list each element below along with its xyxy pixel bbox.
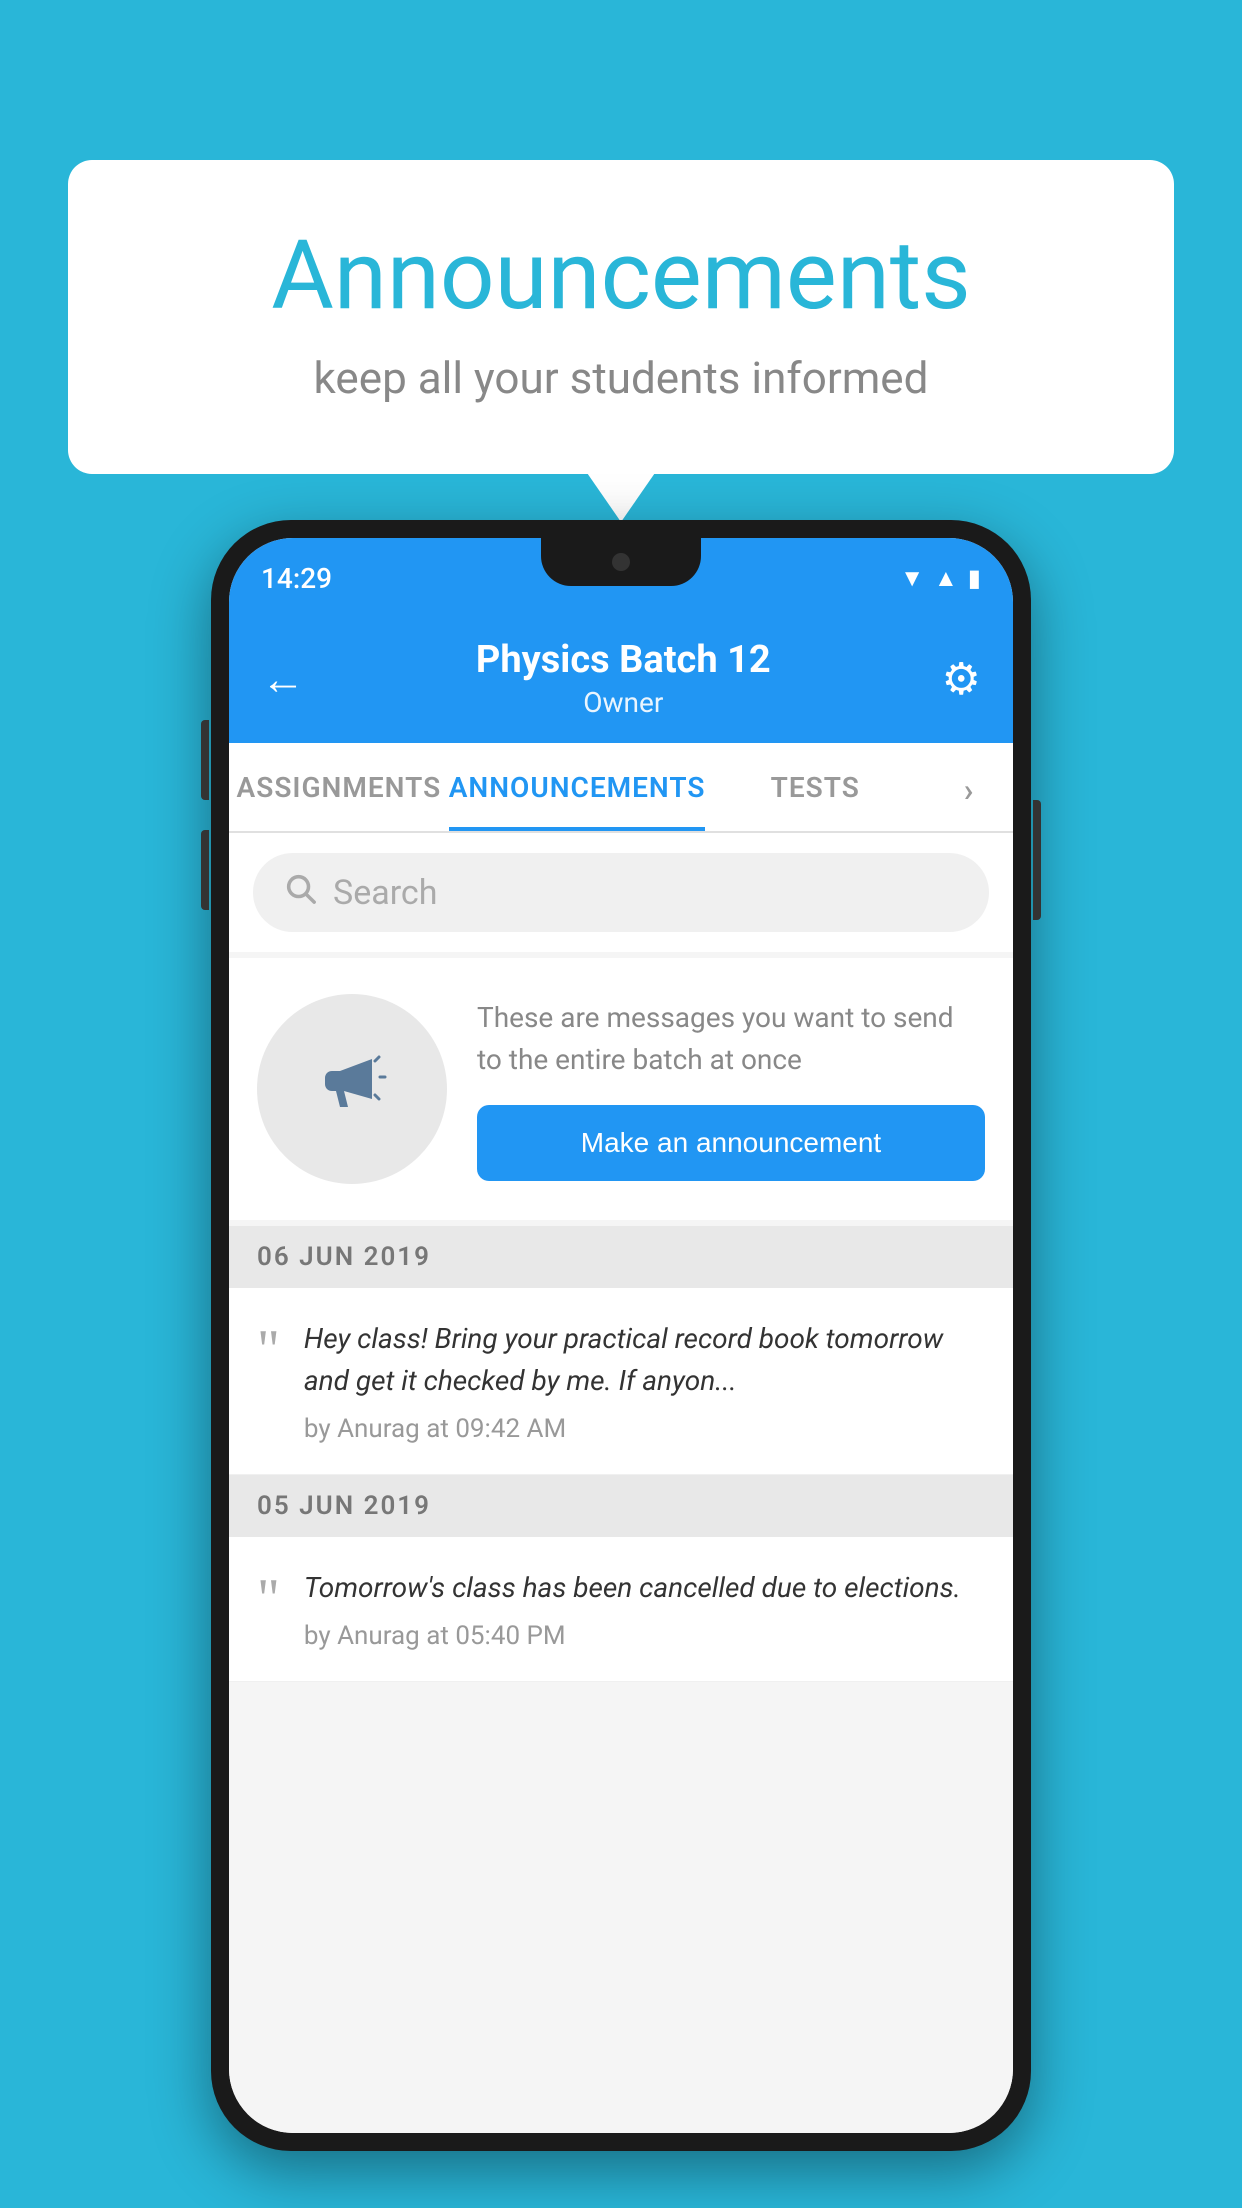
tab-more[interactable]: ›: [925, 743, 1013, 831]
content-area: Search These are messages: [229, 833, 1013, 2133]
search-placeholder: Search: [333, 873, 437, 913]
tab-tests[interactable]: TESTS: [705, 743, 925, 831]
search-bar[interactable]: Search: [253, 853, 989, 932]
battery-icon: ▮: [968, 564, 981, 592]
phone-screen: 14:29 ▼ ▲ ▮ ← Physics Batch 12 Owner ⚙: [229, 538, 1013, 2133]
speech-bubble: Announcements keep all your students inf…: [68, 160, 1174, 474]
tab-announcements[interactable]: ANNOUNCEMENTS: [449, 743, 706, 831]
phone-mockup: 14:29 ▼ ▲ ▮ ← Physics Batch 12 Owner ⚙: [211, 520, 1031, 2151]
date-separator-1: 06 JUN 2019: [229, 1226, 1013, 1288]
power-button: [1033, 800, 1041, 920]
announcement-meta-2: by Anurag at 05:40 PM: [304, 1621, 985, 1651]
prompt-right: These are messages you want to send to t…: [477, 997, 985, 1181]
date-label-1: 06 JUN 2019: [257, 1242, 431, 1272]
wifi-icon: ▼: [900, 564, 924, 593]
prompt-description: These are messages you want to send to t…: [477, 997, 985, 1081]
status-bar: 14:29 ▼ ▲ ▮: [229, 538, 1013, 618]
announcement-text-2: Tomorrow's class has been cancelled due …: [304, 1567, 985, 1609]
date-separator-2: 05 JUN 2019: [229, 1475, 1013, 1537]
megaphone-circle: [257, 994, 447, 1184]
announcement-meta-1: by Anurag at 09:42 AM: [304, 1414, 985, 1444]
status-icons: ▼ ▲ ▮: [900, 564, 981, 593]
volume-down-button: [201, 830, 209, 910]
speech-bubble-section: Announcements keep all your students inf…: [68, 160, 1174, 474]
quote-icon-2: ": [257, 1571, 280, 1627]
tab-assignments[interactable]: ASSIGNMENTS: [229, 743, 449, 831]
tabs-bar: ASSIGNMENTS ANNOUNCEMENTS TESTS ›: [229, 743, 1013, 833]
announcement-item-2[interactable]: " Tomorrow's class has been cancelled du…: [229, 1537, 1013, 1682]
bubble-title: Announcements: [148, 220, 1094, 332]
announcement-content-1: Hey class! Bring your practical record b…: [304, 1318, 985, 1444]
signal-icon: ▲: [934, 564, 958, 593]
back-button[interactable]: ←: [261, 653, 305, 705]
make-announcement-button[interactable]: Make an announcement: [477, 1105, 985, 1181]
quote-icon-1: ": [257, 1322, 280, 1378]
camera: [612, 553, 630, 571]
status-time: 14:29: [261, 562, 332, 595]
announcement-content-2: Tomorrow's class has been cancelled due …: [304, 1567, 985, 1651]
batch-name: Physics Batch 12: [476, 638, 771, 682]
notch: [541, 538, 701, 586]
role-label: Owner: [476, 686, 771, 719]
megaphone-icon: [312, 1039, 392, 1139]
date-label-2: 05 JUN 2019: [257, 1491, 431, 1521]
app-header: ← Physics Batch 12 Owner ⚙: [229, 618, 1013, 743]
phone-outer: 14:29 ▼ ▲ ▮ ← Physics Batch 12 Owner ⚙: [211, 520, 1031, 2151]
search-icon: [283, 871, 317, 914]
announcement-prompt-card: These are messages you want to send to t…: [229, 958, 1013, 1220]
announcement-text-1: Hey class! Bring your practical record b…: [304, 1318, 985, 1402]
search-container: Search: [229, 833, 1013, 952]
announcement-item-1[interactable]: " Hey class! Bring your practical record…: [229, 1288, 1013, 1475]
header-title-group: Physics Batch 12 Owner: [476, 638, 771, 719]
volume-up-button: [201, 720, 209, 800]
settings-icon[interactable]: ⚙: [942, 653, 981, 705]
bubble-subtitle: keep all your students informed: [148, 352, 1094, 404]
